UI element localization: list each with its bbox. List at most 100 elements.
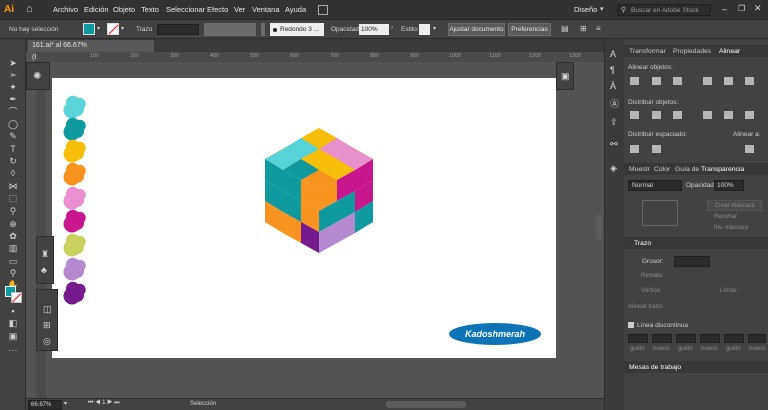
dashed-line-checkbox[interactable] [628, 322, 634, 328]
stroke-color-swatch[interactable] [11, 292, 22, 303]
align-bottom-icon[interactable] [745, 77, 754, 85]
links-icon[interactable]: ◎ [43, 336, 51, 347]
draw-mode-icon[interactable]: ◧ [6, 319, 20, 328]
align-top-icon[interactable] [703, 77, 712, 85]
distribute-vcenter-icon[interactable] [652, 111, 661, 119]
direct-selection-tool-icon[interactable]: ➣ [6, 71, 20, 80]
minimize-icon[interactable]: – [722, 4, 727, 14]
width-tool-icon[interactable]: ⋈ [6, 182, 20, 191]
maximize-icon[interactable]: ❐ [738, 4, 745, 13]
tab-transformar[interactable]: Transformar [629, 48, 666, 55]
glyphs-panel-icon[interactable]: Ä [610, 81, 616, 91]
type-tool-icon[interactable]: T [6, 145, 20, 154]
menu-seleccionar[interactable]: Seleccionar [166, 5, 205, 14]
menu-ventana[interactable]: Ventana [252, 5, 280, 14]
tab-muestras[interactable]: Muestr [629, 166, 650, 173]
clipboard-icon[interactable]: ♜ [41, 249, 49, 260]
space-vertical-icon[interactable] [630, 145, 639, 153]
fill-swatch[interactable] [83, 23, 95, 35]
align-hcenter-icon[interactable] [652, 77, 661, 85]
fit-document-button[interactable]: Ajustar documento [448, 23, 505, 36]
dash-field[interactable] [628, 334, 648, 343]
stroke-weight-field[interactable] [157, 24, 199, 35]
symbol-sprayer-icon[interactable]: ✿ [6, 232, 20, 241]
artboards-icon[interactable]: ⊞ [43, 320, 51, 331]
tab-propiedades[interactable]: Propiedades [673, 48, 711, 55]
profile-dropdown[interactable] [261, 23, 265, 36]
gap-field[interactable] [700, 334, 720, 343]
graph-tool-icon[interactable]: ▥ [6, 244, 20, 253]
space-horizontal-icon[interactable] [652, 145, 661, 153]
distribute-hcenter-icon[interactable] [724, 111, 733, 119]
free-transform-icon[interactable]: ⬚ [6, 194, 20, 203]
menu-objeto[interactable]: Objeto [113, 5, 135, 14]
zoom-field[interactable]: 66.67% [28, 400, 62, 410]
dash-field[interactable] [724, 334, 744, 343]
ellipse-tool-icon[interactable]: ◯ [6, 120, 20, 129]
distribute-left-icon[interactable] [703, 111, 712, 119]
horizontal-scrollbar[interactable] [386, 401, 466, 408]
selection-tool-icon[interactable]: ➤ [6, 59, 20, 68]
align-right-icon[interactable] [673, 77, 682, 85]
tab-color[interactable]: Color [654, 166, 670, 173]
color-mode-icon[interactable]: ▪ [6, 307, 20, 316]
blend-mode-dropdown[interactable]: Normal [628, 180, 682, 191]
stroke-swatch[interactable] [107, 23, 119, 35]
dash-field[interactable] [676, 334, 696, 343]
invert-mask-checkbox-label[interactable]: Inv. máscara [714, 225, 748, 231]
style-swatch[interactable] [419, 24, 430, 35]
brush-libraries-icon[interactable]: ✺ [33, 71, 41, 82]
distribute-bottom-icon[interactable] [673, 111, 682, 119]
layers-panel-icon[interactable]: ◈ [610, 163, 617, 174]
menu-edicion[interactable]: Edición [84, 5, 109, 14]
document-tab[interactable]: 161.ai* al 66.67% (RGB/Previsualizar)✕ [28, 40, 154, 61]
menu-ver[interactable]: Ver [234, 5, 245, 14]
eraser-tool-icon[interactable]: ◊ [6, 169, 20, 178]
artboard-tool-icon[interactable]: ▭ [6, 257, 20, 266]
bridge-icon[interactable] [318, 5, 328, 15]
preferences-button[interactable]: Preferencias [508, 23, 551, 36]
create-mask-button[interactable]: Crear máscara [707, 200, 762, 211]
opacity-field[interactable]: 100% [359, 24, 389, 35]
gap-field[interactable] [652, 334, 672, 343]
export-panel-icon[interactable]: ⇪ [610, 117, 618, 128]
more-icon[interactable]: ≡ [596, 24, 601, 33]
stroke-panel-title[interactable]: Trazo [634, 240, 651, 247]
variable-width-profile[interactable] [204, 23, 256, 36]
home-icon[interactable]: ⌂ [26, 4, 38, 15]
type-panel-icon[interactable]: A [610, 49, 616, 59]
panel-icon[interactable]: ▣ [561, 71, 570, 82]
clip-checkbox-label[interactable]: Recortar [714, 214, 737, 220]
menu-archivo[interactable]: Archivo [53, 5, 78, 14]
tab-guia[interactable]: Guía de [675, 166, 699, 173]
transform-icon[interactable]: ⊞ [580, 24, 587, 33]
distribute-top-icon[interactable] [630, 111, 639, 119]
artboards-panel-title[interactable]: Mesas de trabajo [629, 364, 681, 371]
tab-transparencia[interactable]: Transparencia [701, 166, 744, 173]
chevron-down-icon[interactable]: ▾ [433, 25, 436, 32]
align-left-icon[interactable] [630, 77, 639, 85]
curvature-tool-icon[interactable]: ⌒ [6, 108, 20, 117]
menu-efecto[interactable]: Efecto [207, 5, 228, 14]
vertical-scrollbar[interactable] [596, 214, 602, 240]
club-symbol-icon[interactable]: ♣ [41, 265, 47, 275]
gap-field[interactable] [748, 334, 766, 343]
transparency-opacity-field[interactable]: 100% [714, 180, 744, 191]
align-vcenter-icon[interactable] [724, 77, 733, 85]
paragraph-panel-icon[interactable]: ¶ [610, 65, 615, 75]
character-styles-icon[interactable]: Ⓐ [610, 97, 619, 110]
more-tools-icon[interactable]: ··· [6, 346, 20, 355]
artboard-nav-icons[interactable]: ⏮ ◀ 1 ▶ ⏭ [88, 400, 120, 407]
weight-field[interactable] [674, 256, 710, 267]
menu-texto[interactable]: Texto [141, 5, 159, 14]
distribute-right-icon[interactable] [745, 111, 754, 119]
screen-mode-icon[interactable]: ▣ [6, 332, 20, 341]
tab-alinear[interactable]: Alinear [719, 48, 740, 55]
brush-tool-icon[interactable]: ✎ [6, 132, 20, 141]
chevron-down-icon[interactable]: ▾ [121, 25, 124, 32]
layers-icon[interactable]: ◫ [43, 304, 52, 315]
chevron-down-icon[interactable]: ▾ [64, 400, 67, 407]
chevron-down-icon[interactable]: ▾ [97, 25, 100, 32]
close-icon[interactable]: ✕ [754, 3, 762, 14]
zoom-tool-icon[interactable]: ⚲ [6, 269, 20, 278]
